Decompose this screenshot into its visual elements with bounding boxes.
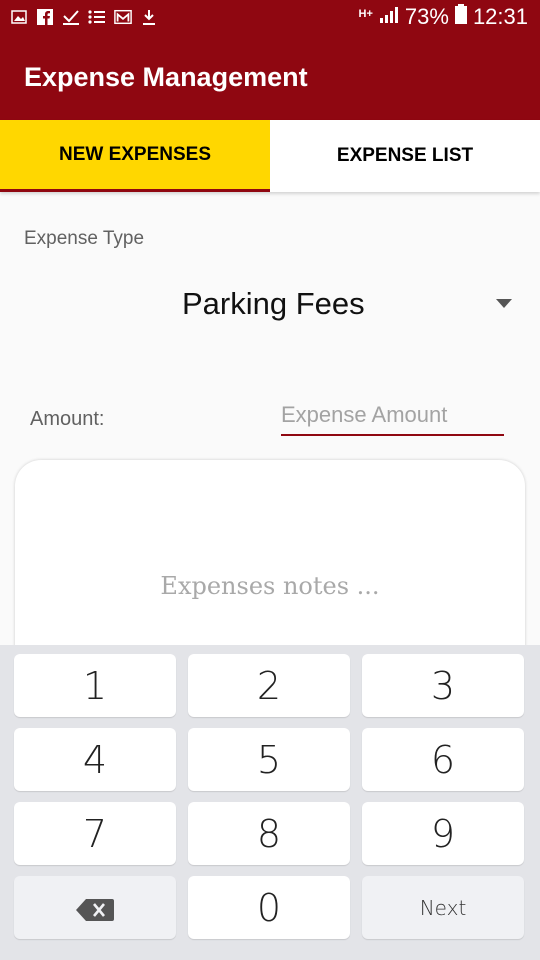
amount-label: Amount: (30, 408, 105, 430)
status-bar: H+ 73% 12:31 (0, 0, 540, 38)
facebook-icon (36, 8, 54, 26)
key-9[interactable]: 9 (362, 802, 524, 865)
backspace-icon (76, 886, 114, 930)
expense-amount-input[interactable] (281, 396, 504, 436)
dropdown-arrow-icon[interactable] (496, 299, 512, 308)
numeric-keyboard: 1 2 3 4 5 6 7 8 9 0 Next (0, 645, 540, 960)
key-3[interactable]: 3 (362, 654, 524, 717)
status-indicators: H+ 73% 12:31 (359, 4, 528, 30)
key-7[interactable]: 7 (14, 802, 176, 865)
tab-new-expenses[interactable]: NEW EXPENSES (0, 120, 270, 192)
next-key[interactable]: Next (362, 876, 524, 939)
download-icon (140, 8, 158, 26)
check-icon (62, 8, 80, 26)
expense-type-label: Expense Type (24, 228, 145, 249)
list-icon (88, 8, 106, 26)
signal-icon (379, 4, 399, 30)
network-type: H+ (358, 8, 373, 20)
battery-icon (454, 4, 467, 30)
tab-bar: NEW EXPENSES EXPENSE LIST (0, 120, 540, 192)
clock: 12:31 (472, 4, 528, 29)
key-1[interactable]: 1 (14, 654, 176, 717)
backspace-key[interactable] (14, 876, 176, 939)
tab-expense-list[interactable]: EXPENSE LIST (270, 120, 540, 192)
battery-percent: 73% (404, 4, 449, 29)
app-title: Expense Management (24, 62, 308, 92)
key-2[interactable]: 2 (188, 654, 350, 717)
app-bar: Expense Management (0, 38, 540, 120)
key-8[interactable]: 8 (188, 802, 350, 865)
key-0[interactable]: 0 (188, 876, 350, 939)
key-5[interactable]: 5 (188, 728, 350, 791)
key-4[interactable]: 4 (14, 728, 176, 791)
image-icon (10, 8, 28, 26)
expense-type-value[interactable]: Parking Fees (182, 286, 365, 322)
notification-icons (10, 8, 158, 26)
gmail-icon (114, 8, 132, 26)
key-6[interactable]: 6 (362, 728, 524, 791)
